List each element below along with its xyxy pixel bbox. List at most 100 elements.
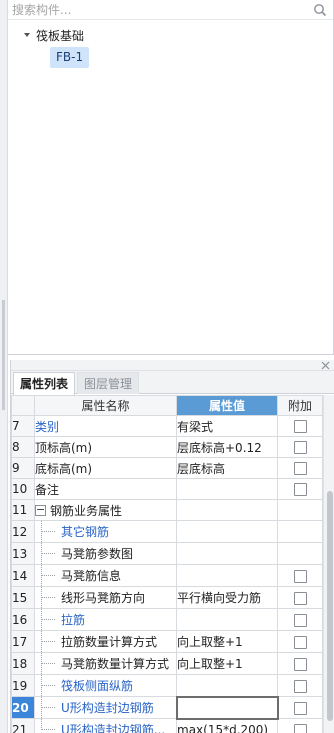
extra-cell	[277, 478, 323, 500]
tree-connector	[36, 521, 62, 542]
extra-checkbox[interactable]	[293, 462, 307, 475]
panel-tabs: 属性列表 图层管理	[11, 371, 334, 395]
extra-checkbox[interactable]	[293, 483, 307, 496]
header-property-value[interactable]: 属性值	[176, 395, 278, 416]
extra-checkbox[interactable]	[293, 569, 307, 583]
property-value[interactable]: 向上取整+1	[176, 630, 278, 653]
grid-header-row: 属性名称 属性值 附加	[11, 395, 323, 416]
property-label: U形构造封边钢筋...	[61, 723, 166, 733]
property-name: 其它钢筋	[34, 520, 177, 543]
property-value[interactable]: 层底标高	[176, 457, 278, 479]
extra-checkbox[interactable]	[293, 420, 307, 433]
row-number: 7	[11, 415, 35, 437]
table-row[interactable]: 21 U形构造封边钢筋... max(15*d,200)	[11, 718, 323, 733]
extra-checkbox[interactable]	[293, 591, 307, 605]
property-label: 其它钢筋	[61, 525, 110, 539]
property-label: 拉筋数量计算方式	[61, 635, 158, 649]
search-input[interactable]	[12, 2, 308, 18]
tree-connector	[36, 631, 62, 652]
extra-checkbox[interactable]	[293, 679, 307, 693]
tree-node-label: 筏板基础	[36, 28, 85, 43]
extra-cell	[277, 542, 323, 565]
tree-connector	[36, 587, 62, 608]
close-icon[interactable]	[321, 361, 330, 370]
property-value[interactable]	[176, 608, 278, 631]
property-name: 马凳筋信息	[34, 564, 177, 587]
table-row[interactable]: 15 线形马凳筋方向 平行横向受力筋	[11, 586, 323, 609]
extra-cell	[277, 652, 323, 675]
row-number: 20	[11, 696, 35, 719]
table-row[interactable]: 18 马凳筋数量计算方式 向上取整+1	[11, 652, 323, 675]
row-number: 13	[11, 542, 35, 565]
property-name: 备注	[34, 478, 177, 500]
table-row[interactable]: 10 备注	[11, 478, 323, 500]
property-label: U形构造封边钢筋	[61, 701, 154, 715]
property-value[interactable]: 层底标高+0.12	[176, 436, 278, 458]
caret-down-icon[interactable]	[22, 30, 32, 40]
property-name: − 钢筋业务属性	[34, 499, 177, 521]
row-number: 18	[11, 652, 35, 675]
tree-connector	[36, 719, 62, 733]
extra-checkbox[interactable]	[293, 613, 307, 627]
property-value[interactable]: 向上取整+1	[176, 652, 278, 675]
tree-item-fb-1[interactable]: FB-1	[50, 47, 90, 68]
row-number: 12	[11, 520, 35, 543]
property-name: 类别	[34, 415, 177, 437]
component-tree-panel: 筏板基础 FB-1	[8, 0, 334, 355]
vertical-scrollbar[interactable]	[323, 395, 334, 733]
extra-checkbox[interactable]	[293, 657, 307, 671]
collapse-icon[interactable]: −	[35, 504, 46, 516]
row-number: 11	[11, 499, 35, 521]
property-value-editor[interactable]	[175, 695, 279, 720]
tab-property-list[interactable]: 属性列表	[13, 372, 76, 395]
extra-checkbox[interactable]	[293, 701, 307, 715]
extra-checkbox[interactable]	[293, 723, 307, 733]
extra-cell	[277, 415, 323, 437]
table-row[interactable]: 17 拉筋数量计算方式 向上取整+1	[11, 630, 323, 653]
property-value	[176, 499, 278, 521]
tree-node-raft-foundation[interactable]: 筏板基础	[22, 26, 84, 44]
table-row-group-header[interactable]: 11 − 钢筋业务属性	[11, 499, 323, 521]
property-label: 筏板侧面纵筋	[61, 679, 134, 693]
property-value[interactable]: 平行横向受力筋	[176, 586, 278, 609]
extra-checkbox[interactable]	[293, 441, 307, 454]
table-row[interactable]: 16 拉筋	[11, 608, 323, 631]
splitter-handle[interactable]	[2, 300, 5, 410]
tab-layer-management[interactable]: 图层管理	[77, 372, 140, 394]
property-value[interactable]	[176, 674, 278, 697]
property-value[interactable]	[176, 564, 278, 587]
table-row[interactable]: 14 马凳筋信息	[11, 564, 323, 587]
scrollbar-thumb[interactable]	[327, 491, 333, 721]
property-value[interactable]	[176, 520, 278, 543]
property-name: U形构造封边钢筋...	[34, 718, 177, 733]
extra-cell	[277, 608, 323, 631]
search-icon[interactable]	[313, 3, 327, 17]
table-row-selected[interactable]: 20 U形构造封边钢筋	[11, 695, 323, 720]
property-value[interactable]: max(15*d,200)	[176, 718, 278, 733]
table-row[interactable]: 7 类别 有梁式	[11, 415, 323, 437]
property-name: 马凳筋数量计算方式	[34, 652, 177, 675]
table-row[interactable]: 19 筏板侧面纵筋	[11, 674, 323, 697]
table-row[interactable]: 9 底标高(m) 层底标高	[11, 457, 323, 479]
property-value[interactable]	[176, 478, 278, 500]
property-name: U形构造封边钢筋	[34, 696, 177, 719]
panel-titlebar	[11, 360, 334, 371]
table-row[interactable]: 12 其它钢筋	[11, 520, 323, 543]
property-value[interactable]: 有梁式	[176, 415, 278, 437]
property-name: 拉筋数量计算方式	[34, 630, 177, 653]
table-row[interactable]: 13 马凳筋参数图	[11, 542, 323, 565]
row-number: 15	[11, 586, 35, 609]
tree-connector	[36, 675, 62, 696]
extra-cell	[277, 520, 323, 543]
header-extra[interactable]: 附加	[277, 395, 323, 416]
search-bar	[8, 0, 333, 20]
property-name: 筏板侧面纵筋	[34, 674, 177, 697]
table-row[interactable]: 8 顶标高(m) 层底标高+0.12	[11, 436, 323, 458]
property-value[interactable]	[176, 542, 278, 565]
tree-connector	[36, 565, 62, 586]
extra-cell	[277, 696, 323, 719]
property-label: 马凳筋信息	[61, 569, 122, 583]
row-number: 19	[11, 674, 35, 697]
header-property-name[interactable]: 属性名称	[34, 395, 177, 416]
extra-checkbox[interactable]	[293, 635, 307, 649]
